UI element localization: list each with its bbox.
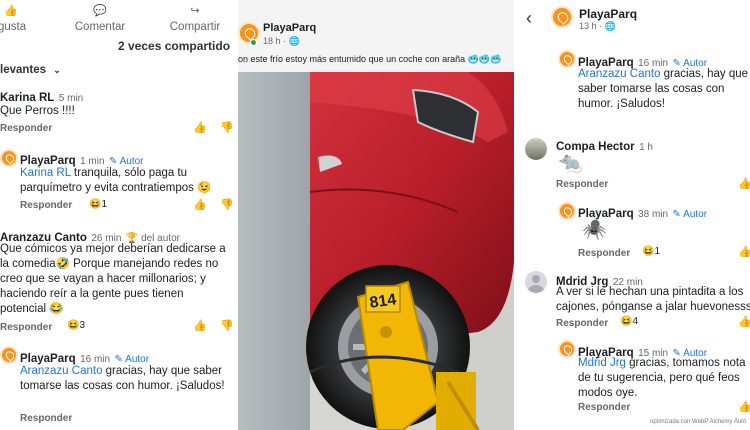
like-label: gusta bbox=[0, 21, 27, 33]
reaction-count: 4 bbox=[632, 316, 639, 327]
post-time: 13 h bbox=[579, 21, 597, 31]
watermark-text: optimizada con WebP Alchemy Autó bbox=[650, 419, 747, 425]
online-dot bbox=[250, 39, 257, 46]
post-photo[interactable]: 814 bbox=[238, 72, 514, 430]
rat-sticker: 🐀 bbox=[558, 152, 583, 174]
sort-label: levantes bbox=[0, 64, 47, 76]
reply-button[interactable]: Responder bbox=[0, 322, 52, 333]
comment-text: Que cómicos ya mejor deberían dedicarse … bbox=[0, 243, 226, 315]
comment-text: Aranzazu Canto gracias, hay que saber to… bbox=[20, 364, 230, 394]
comment-text: Karina RL tranquila, sólo paga tu parquí… bbox=[20, 166, 235, 196]
author-label: Autor bbox=[683, 209, 708, 220]
comment-text: Mdrid Jrg gracias, tomamos nota de tu su… bbox=[578, 356, 750, 401]
comment-action[interactable]: 💬 Comentar bbox=[72, 4, 128, 35]
comment-time: 5 min bbox=[58, 93, 84, 104]
post-panel: PlayaParq 18 h · 🌐 on este frío estoy má… bbox=[238, 0, 514, 430]
share-label: Compartir bbox=[169, 21, 221, 33]
comment-time: 1 h bbox=[639, 142, 653, 153]
share-action[interactable]: ↪ Compartir bbox=[166, 4, 224, 35]
mention-link[interactable]: Aranzazu Canto bbox=[20, 365, 102, 377]
commenter-name[interactable]: Karina RL bbox=[0, 92, 54, 104]
playaparq-avatar[interactable] bbox=[0, 346, 18, 364]
right-comments-panel: ‹ PlayaParq 13 h · 🌐 PlayaParq 16 min ✎ … bbox=[518, 0, 750, 430]
like-icon[interactable]: 👍 bbox=[193, 122, 207, 134]
mention-link[interactable]: Aranzazu Canto bbox=[578, 68, 660, 80]
comment-text: Que Perros !!!! bbox=[0, 105, 75, 117]
like-icon[interactable]: 👍 bbox=[193, 320, 207, 332]
page-name[interactable]: PlayaParq bbox=[263, 22, 316, 34]
comment-label: Comentar bbox=[74, 21, 126, 33]
dislike-icon[interactable]: 👎 bbox=[220, 122, 234, 134]
reaction-count: 3 bbox=[79, 320, 86, 331]
author-badge: ✎ Autor bbox=[672, 209, 708, 220]
commenter-avatar[interactable] bbox=[525, 138, 547, 160]
reply-button[interactable]: Responder bbox=[0, 123, 52, 134]
globe-icon: 🌐 bbox=[604, 21, 616, 31]
shares-count[interactable]: 2 veces compartido bbox=[118, 39, 230, 53]
like-icon: 👍 bbox=[4, 5, 18, 17]
post-meta: 18 h · 🌐 bbox=[263, 36, 300, 46]
car-with-wheel-clamp-image: 814 bbox=[238, 72, 514, 430]
like-action[interactable]: 👍 gusta bbox=[0, 4, 26, 35]
reply-button[interactable]: Responder bbox=[20, 200, 72, 211]
post-meta: 13 h · 🌐 bbox=[579, 21, 616, 31]
like-icon[interactable]: 👍 bbox=[738, 246, 750, 258]
reaction-count: 1 bbox=[654, 246, 661, 257]
share-icon: ↪ bbox=[190, 5, 200, 17]
post-caption: on este frío estoy más entumido que un c… bbox=[238, 54, 502, 64]
page-name[interactable]: PlayaParq bbox=[579, 7, 637, 21]
mention-link[interactable]: Karina RL bbox=[20, 167, 71, 179]
comment-text: A ver si le hechan una pintadita a los c… bbox=[556, 286, 750, 313]
comment-time: 38 min bbox=[638, 209, 669, 220]
mention-link[interactable]: Mdrid Jrg bbox=[578, 357, 626, 369]
chevron-down-icon: ⌄ bbox=[53, 65, 61, 75]
like-icon[interactable]: 👍 bbox=[738, 316, 750, 328]
like-icon[interactable]: 👍 bbox=[738, 178, 750, 190]
left-comments-panel: 👍 gusta 💬 Comentar ↪ Compartir 2 veces c… bbox=[0, 0, 238, 430]
playaparq-avatar[interactable] bbox=[0, 149, 18, 167]
reply-button[interactable]: Responder bbox=[556, 179, 608, 190]
post-time: 18 h bbox=[263, 36, 281, 46]
like-icon[interactable]: 👍 bbox=[738, 401, 750, 413]
comment-icon: 💬 bbox=[93, 5, 107, 17]
page-avatar[interactable] bbox=[551, 6, 573, 28]
commenter-avatar[interactable] bbox=[525, 271, 547, 293]
reaction-count: 1 bbox=[101, 199, 108, 210]
dislike-icon[interactable]: 👎 bbox=[220, 199, 234, 211]
laugh-reaction-icon: 😆 bbox=[620, 316, 633, 327]
playaparq-avatar[interactable] bbox=[558, 202, 576, 220]
reaction-summary[interactable]: 😆1 bbox=[642, 246, 660, 257]
playaparq-avatar[interactable] bbox=[558, 340, 576, 358]
reaction-summary[interactable]: 😆3 bbox=[67, 320, 85, 331]
reply-button[interactable]: Responder bbox=[556, 318, 608, 329]
reply-button[interactable]: Responder bbox=[578, 402, 630, 413]
reaction-summary[interactable]: 😆1 bbox=[89, 199, 107, 210]
comment-text: Aranzazu Canto gracias, hay que saber to… bbox=[578, 67, 750, 112]
playaparq-avatar[interactable] bbox=[558, 50, 576, 68]
spider-sticker: 🕷️ bbox=[582, 219, 607, 241]
laugh-reaction-icon: 😆 bbox=[67, 320, 80, 331]
reply-button[interactable]: Responder bbox=[578, 248, 630, 259]
back-arrow-icon[interactable]: ‹ bbox=[526, 9, 532, 27]
dislike-icon[interactable]: 👎 bbox=[220, 320, 234, 332]
sort-dropdown[interactable]: levantes ⌄ bbox=[0, 64, 61, 76]
like-icon[interactable]: 👍 bbox=[193, 199, 207, 211]
reply-button[interactable]: Responder bbox=[20, 413, 72, 424]
laugh-reaction-icon: 😆 bbox=[642, 246, 655, 257]
globe-icon: 🌐 bbox=[288, 36, 300, 46]
laugh-reaction-icon: 😆 bbox=[89, 199, 102, 210]
reaction-summary[interactable]: 😆4 bbox=[620, 316, 638, 327]
